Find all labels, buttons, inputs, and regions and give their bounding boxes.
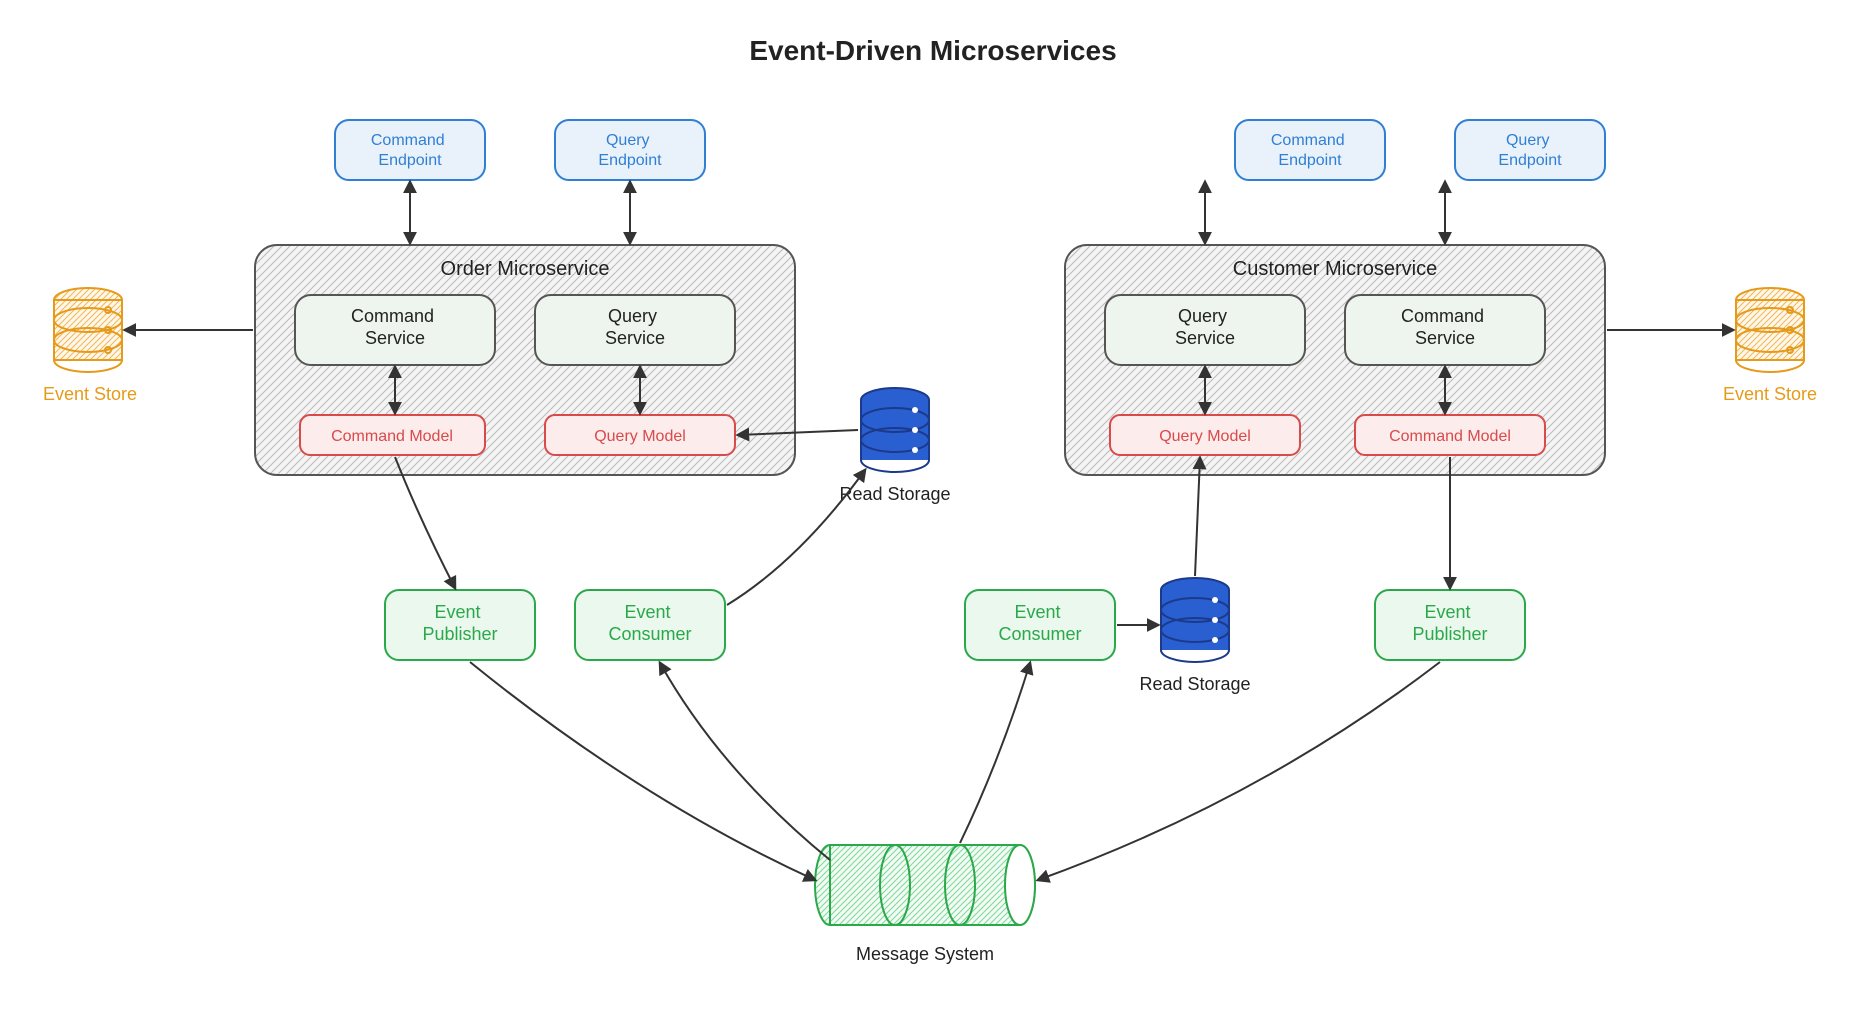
diagram-title: Event-Driven Microservices	[749, 35, 1116, 66]
label: Command Model	[1389, 428, 1511, 445]
customer-event-consumer: Event Consumer	[965, 590, 1115, 660]
l2: Service	[365, 328, 425, 348]
l1: Query	[1506, 132, 1550, 149]
l2: Consumer	[608, 624, 691, 644]
l2: Consumer	[998, 624, 1081, 644]
order-event-publisher: Event Publisher	[385, 590, 535, 660]
message-system: Message System	[815, 845, 1035, 964]
label: Query Model	[594, 428, 686, 445]
customer-microservice-title: Customer Microservice	[1233, 258, 1437, 280]
order-command-service: Command Service	[295, 295, 495, 365]
order-microservice-container: Order Microservice Command Service Query…	[255, 245, 795, 475]
order-query-model: Query Model	[545, 415, 735, 455]
read-storage-left: Read Storage	[839, 388, 950, 504]
label: Query Model	[1159, 428, 1251, 445]
customer-query-model: Query Model	[1110, 415, 1300, 455]
label: Read Storage	[1139, 674, 1250, 694]
label2: Endpoint	[378, 152, 442, 169]
arrow	[470, 662, 815, 880]
label: Message System	[856, 944, 994, 964]
customer-command-model: Command Model	[1355, 415, 1545, 455]
order-command-model: Command Model	[300, 415, 485, 455]
l2: Publisher	[1412, 624, 1487, 644]
read-storage-right: Read Storage	[1139, 578, 1250, 694]
l2: Service	[605, 328, 665, 348]
arrow	[960, 663, 1030, 843]
customer-query-service: Query Service	[1105, 295, 1305, 365]
l1: Query	[608, 306, 657, 326]
event-store-left: Event Store	[43, 288, 137, 404]
customer-command-endpoint: Command Endpoint	[1235, 120, 1385, 180]
label2: Endpoint	[598, 152, 662, 169]
l1: Command	[351, 306, 434, 326]
l2: Publisher	[422, 624, 497, 644]
order-query-service: Query Service	[535, 295, 735, 365]
customer-query-endpoint: Query Endpoint	[1455, 120, 1605, 180]
l2: Service	[1415, 328, 1475, 348]
label: Query	[606, 132, 650, 149]
l1: Command	[1401, 306, 1484, 326]
label: Read Storage	[839, 484, 950, 504]
order-query-endpoint: Query Endpoint	[555, 120, 705, 180]
order-event-consumer: Event Consumer	[575, 590, 725, 660]
customer-microservice-container: Customer Microservice Query Service Comm…	[1065, 245, 1605, 475]
l1: Event	[624, 602, 670, 622]
event-store-right: Event Store	[1723, 288, 1817, 404]
arrow	[395, 457, 455, 588]
label: Event Store	[1723, 384, 1817, 404]
order-command-endpoint: Command Endpoint	[335, 120, 485, 180]
label: Command	[371, 132, 445, 149]
l2: Service	[1175, 328, 1235, 348]
order-microservice-title: Order Microservice	[441, 258, 610, 280]
arrow	[1038, 662, 1440, 880]
label: Event Store	[43, 384, 137, 404]
l2: Endpoint	[1498, 152, 1562, 169]
arrow	[660, 663, 830, 860]
label: Command Model	[331, 428, 453, 445]
customer-event-publisher: Event Publisher	[1375, 590, 1525, 660]
customer-command-service: Command Service	[1345, 295, 1545, 365]
l1: Event	[434, 602, 480, 622]
l1: Command	[1271, 132, 1345, 149]
l2: Endpoint	[1278, 152, 1342, 169]
l1: Event	[1424, 602, 1470, 622]
l1: Event	[1014, 602, 1060, 622]
l1: Query	[1178, 306, 1227, 326]
